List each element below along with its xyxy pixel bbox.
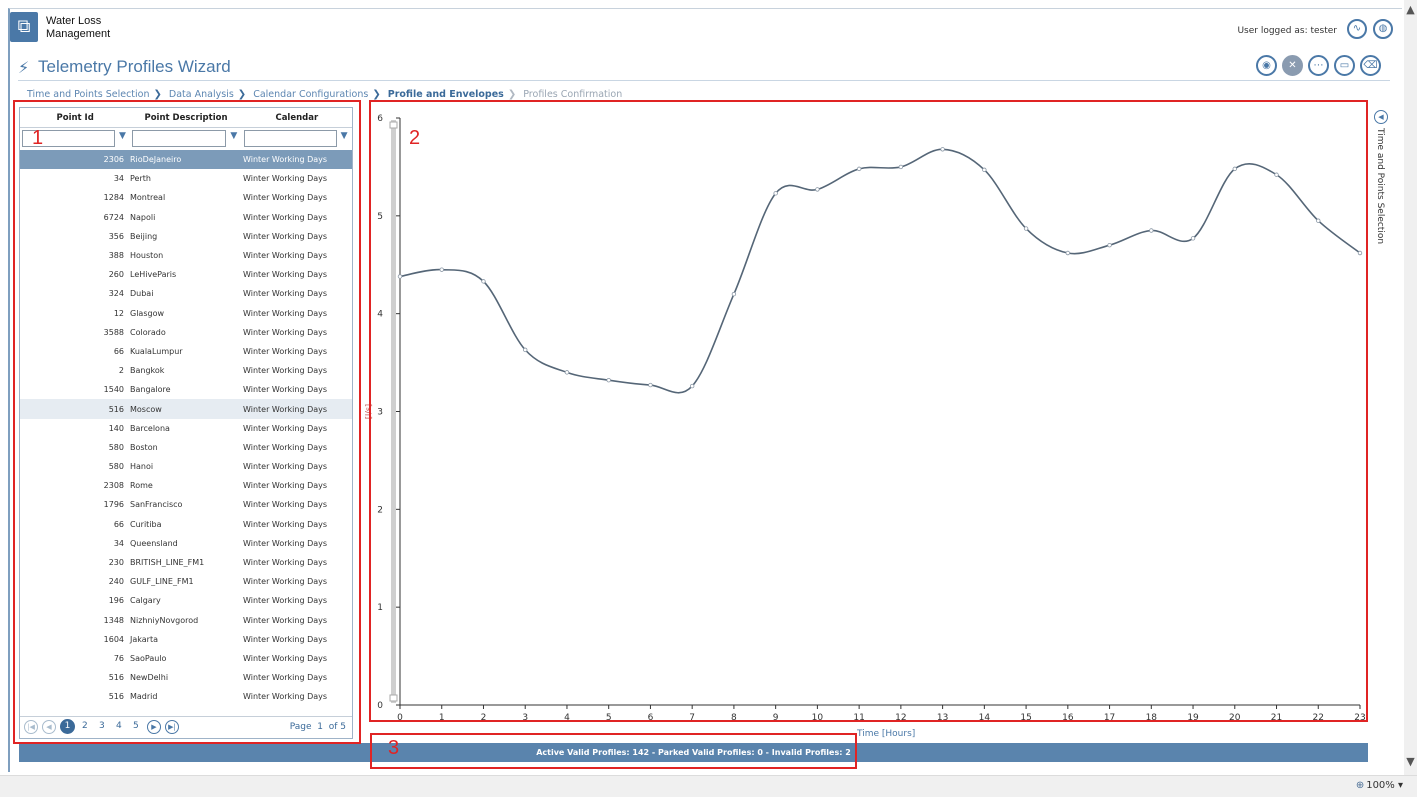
scroll-up-icon[interactable]: ▲: [1405, 4, 1416, 16]
breadcrumb: Time and Points Selection ❯ Data Analysis…: [27, 89, 622, 100]
zoom-level: 100%: [1366, 780, 1395, 791]
step-profile-and-envelopes[interactable]: Profile and Envelopes: [388, 89, 504, 100]
annotation-label-2: 2: [409, 127, 421, 149]
annotation-box-3: [370, 733, 857, 769]
chevron-right-icon: ❯: [237, 89, 247, 100]
cancel-icon[interactable]: ✕: [1282, 55, 1303, 76]
collapse-panel-icon[interactable]: ◀: [1374, 110, 1388, 124]
zoom-icon: ⊕: [1355, 780, 1365, 791]
view-icon[interactable]: ◉: [1256, 55, 1277, 76]
page-title: Telemetry Profiles Wizard: [38, 57, 231, 76]
status-bar: ⊕ 100% ▾: [0, 775, 1417, 797]
chart-icon[interactable]: ∿: [1347, 19, 1367, 39]
chevron-right-icon: ❯: [372, 89, 381, 100]
more-icon[interactable]: ⋯: [1308, 55, 1329, 76]
annotation-label-1: 1: [32, 127, 44, 149]
chevron-right-icon: ❯: [153, 89, 162, 100]
wizard-wand-icon: ⚡: [18, 58, 30, 77]
chevron-right-icon: ❯: [507, 89, 517, 100]
app-name: Water Loss Management: [46, 15, 110, 41]
x-axis-label: Time [Hours]: [857, 729, 916, 739]
title-divider: [18, 80, 1390, 81]
step-time-and-points[interactable]: Time and Points Selection: [27, 89, 150, 100]
user-label: User logged as: tester: [1237, 26, 1337, 36]
annotation-label-3: 3: [388, 737, 400, 759]
zoom-control[interactable]: ⊕ 100% ▾: [1356, 780, 1403, 791]
annotation-box-1: [13, 100, 361, 744]
step-profiles-confirmation: Profiles Confirmation: [523, 89, 623, 100]
app-name-line1: Water Loss: [46, 15, 102, 27]
globe-icon[interactable]: ◍: [1373, 19, 1393, 39]
scroll-down-icon[interactable]: ▼: [1405, 756, 1416, 768]
clear-icon[interactable]: ⌫: [1360, 55, 1381, 76]
app-name-line2: Management: [46, 28, 111, 40]
puzzle-logo-icon: ⧉: [10, 12, 38, 42]
annotation-box-2: [369, 100, 1368, 722]
side-panel-label[interactable]: Time and Points Selection: [1375, 128, 1385, 244]
step-calendar-configurations[interactable]: Calendar Configurations: [253, 89, 368, 100]
step-data-analysis[interactable]: Data Analysis: [169, 89, 234, 100]
window-icon[interactable]: ▭: [1334, 55, 1355, 76]
vertical-scrollbar[interactable]: ▲ ▼: [1404, 0, 1417, 775]
